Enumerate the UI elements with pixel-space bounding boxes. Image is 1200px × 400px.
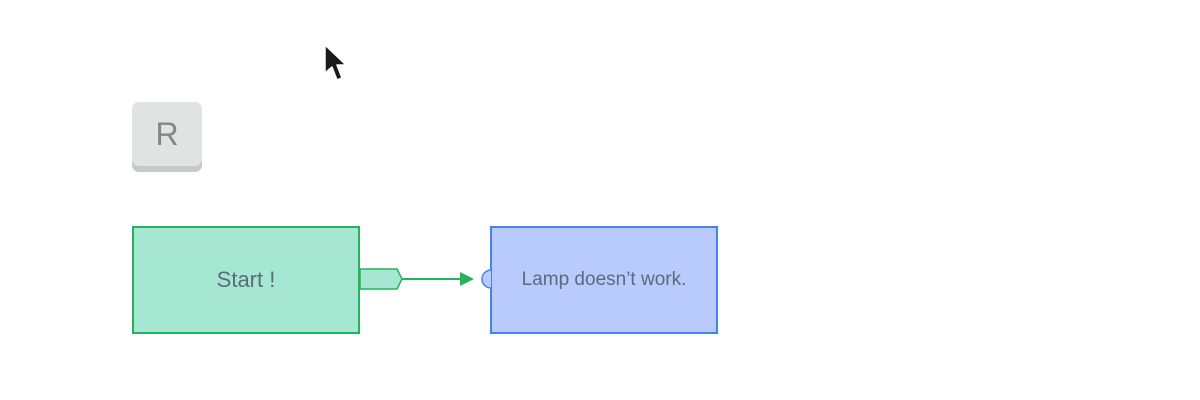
flow-node-start-label: Start ! [216,267,276,292]
flow-node-start[interactable]: Start ! [132,226,360,334]
flowchart-canvas[interactable]: R Start ! Lamp doesn’t work. [0,0,1200,400]
flow-node-lamp-doesnt-work[interactable]: Lamp doesn’t work. [490,226,718,334]
keyboard-key-label: R [155,115,179,152]
connector-layer [359,268,491,290]
keyboard-key-r: R [132,102,202,166]
mouse-pointer-icon [324,44,347,81]
output-port-handle[interactable] [359,268,403,290]
flow-node-lamp-label: Lamp doesn’t work. [521,269,687,290]
arrowhead-icon [460,272,474,286]
